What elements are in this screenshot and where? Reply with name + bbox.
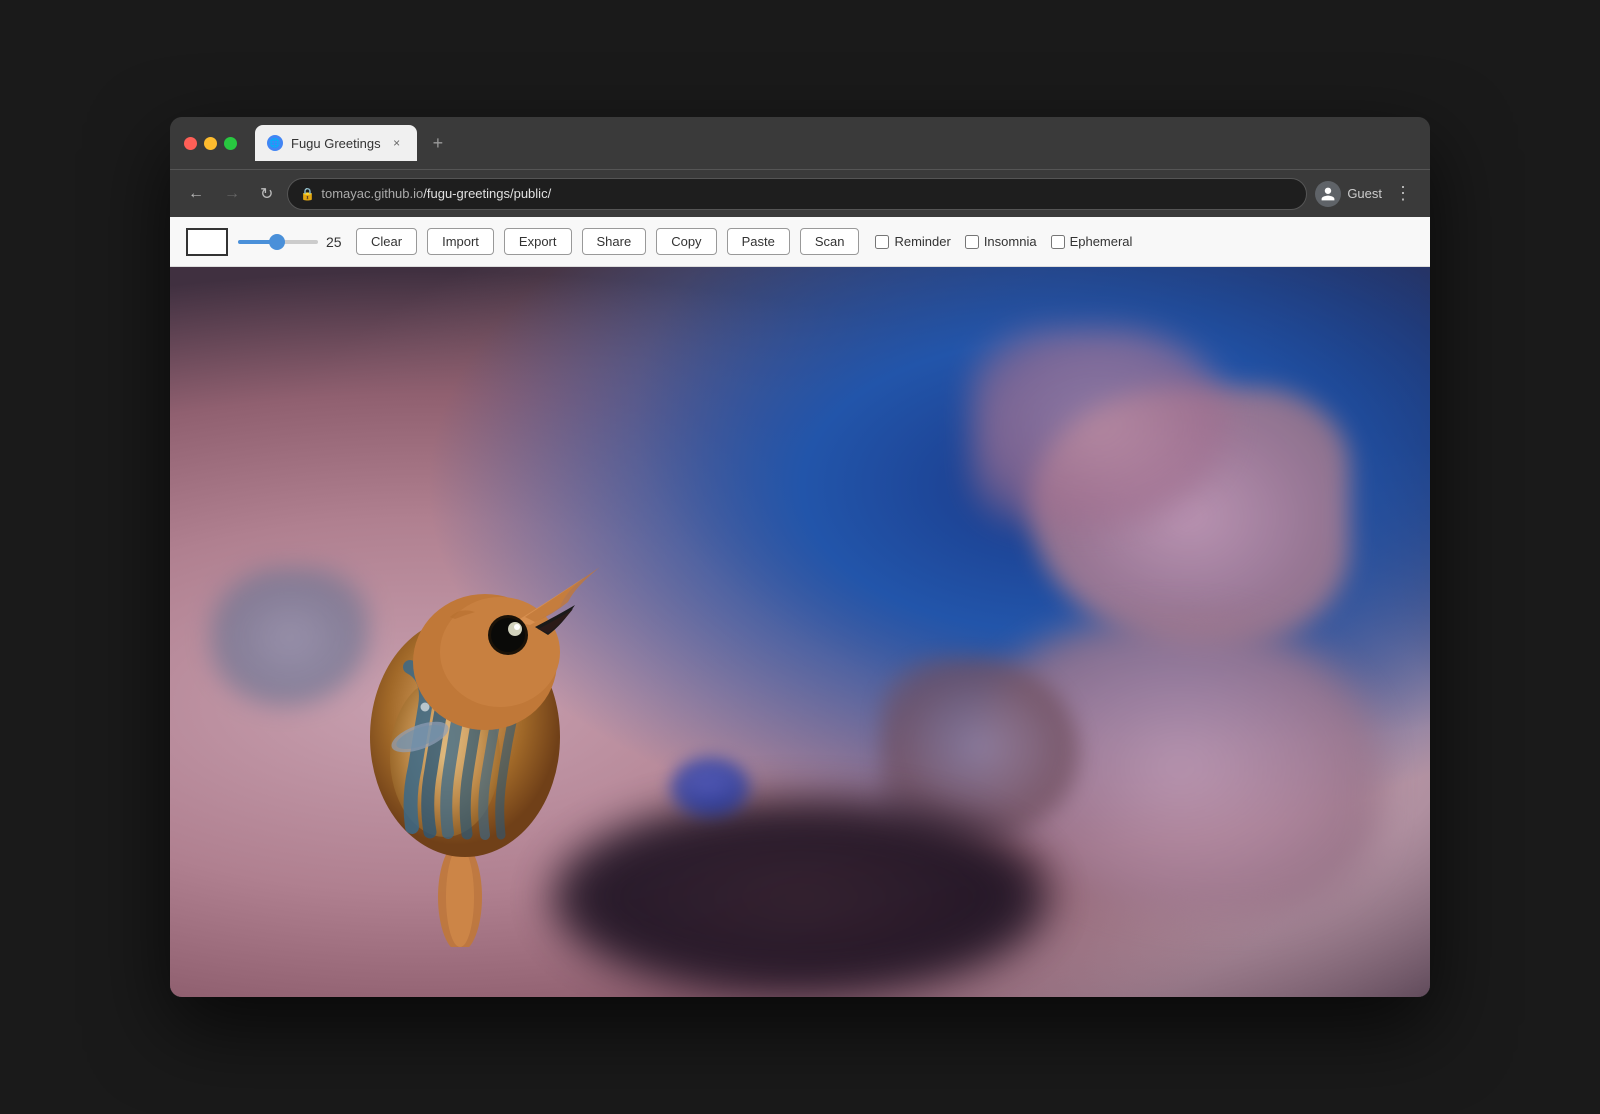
export-button[interactable]: Export [504, 228, 572, 255]
insomnia-checkbox-label[interactable]: Insomnia [965, 234, 1037, 249]
address-path: /fugu-greetings/public/ [423, 186, 551, 201]
forward-button[interactable]: → [218, 181, 246, 207]
back-button[interactable]: ← [182, 181, 210, 207]
checkbox-group: Reminder Insomnia Ephemeral [875, 234, 1132, 249]
tab-favicon: 🌐 [267, 135, 283, 151]
browser-window: 🌐 Fugu Greetings × + ← → ↻ 🔒 tomayac.git… [170, 117, 1430, 997]
profile-button[interactable]: Guest [1315, 181, 1382, 207]
profile-icon [1315, 181, 1341, 207]
import-button[interactable]: Import [427, 228, 494, 255]
tab-title: Fugu Greetings [291, 136, 381, 151]
title-bar: 🌐 Fugu Greetings × + [170, 117, 1430, 169]
ephemeral-checkbox[interactable] [1051, 235, 1065, 249]
browser-tab[interactable]: 🌐 Fugu Greetings × [255, 125, 417, 161]
lock-icon: 🔒 [300, 187, 315, 201]
size-slider[interactable] [238, 240, 318, 244]
ephemeral-label: Ephemeral [1070, 234, 1133, 249]
size-value: 25 [326, 234, 346, 250]
ephemeral-checkbox-label[interactable]: Ephemeral [1051, 234, 1133, 249]
size-slider-container: 25 [238, 234, 346, 250]
fish-scene [170, 267, 1430, 997]
blue-accent [670, 757, 750, 817]
app-toolbar: 25 Clear Import Export Share Copy Paste … [170, 217, 1430, 267]
reminder-label: Reminder [894, 234, 950, 249]
close-window-button[interactable] [184, 137, 197, 150]
profile-label: Guest [1347, 186, 1382, 201]
maximize-window-button[interactable] [224, 137, 237, 150]
reminder-checkbox-label[interactable]: Reminder [875, 234, 950, 249]
page-content: 25 Clear Import Export Share Copy Paste … [170, 217, 1430, 997]
browser-menu-button[interactable]: ⋮ [1388, 181, 1418, 206]
insomnia-label: Insomnia [984, 234, 1037, 249]
paste-button[interactable]: Paste [727, 228, 790, 255]
fish [290, 467, 630, 947]
clear-button[interactable]: Clear [356, 228, 417, 255]
scan-button[interactable]: Scan [800, 228, 860, 255]
fish-svg [290, 467, 630, 947]
copy-button[interactable]: Copy [656, 228, 716, 255]
insomnia-checkbox[interactable] [965, 235, 979, 249]
new-tab-button[interactable]: + [425, 133, 452, 154]
address-domain: tomayac.github.io [321, 186, 423, 201]
nav-bar: ← → ↻ 🔒 tomayac.github.io/fugu-greetings… [170, 169, 1430, 217]
address-bar[interactable]: 🔒 tomayac.github.io/fugu-greetings/publi… [287, 178, 1307, 210]
tab-close-button[interactable]: × [389, 135, 405, 151]
traffic-lights [184, 137, 237, 150]
share-button[interactable]: Share [582, 228, 647, 255]
nav-right: Guest ⋮ [1315, 181, 1418, 207]
reload-button[interactable]: ↻ [254, 180, 279, 208]
drawing-canvas[interactable] [170, 267, 1430, 997]
address-text: tomayac.github.io/fugu-greetings/public/ [321, 186, 551, 201]
minimize-window-button[interactable] [204, 137, 217, 150]
reminder-checkbox[interactable] [875, 235, 889, 249]
color-swatch[interactable] [186, 228, 228, 256]
